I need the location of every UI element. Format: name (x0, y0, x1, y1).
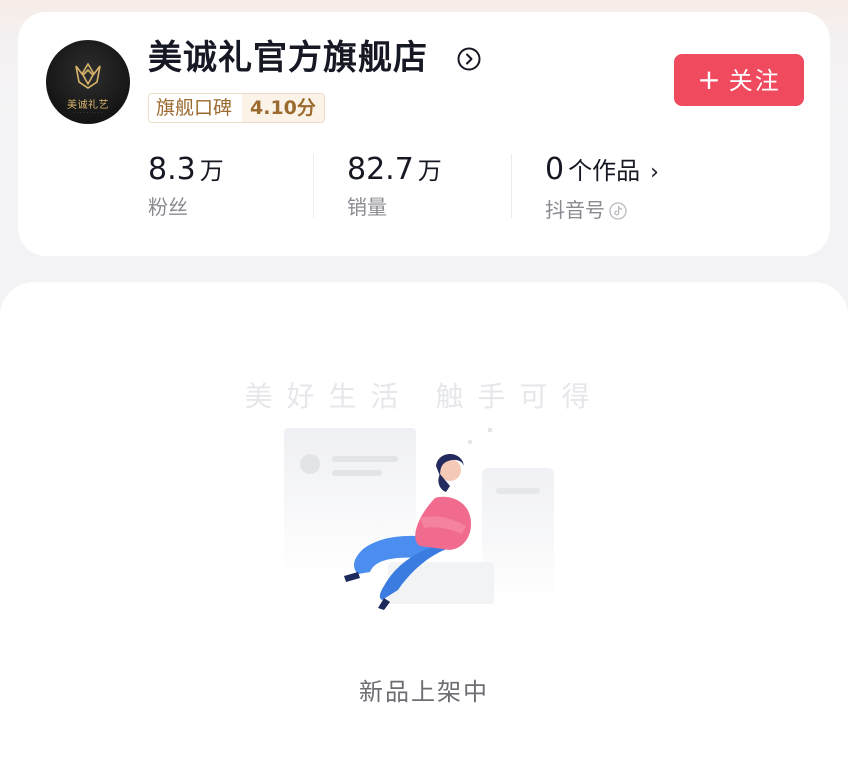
empty-state-message: 新品上架中 (359, 678, 489, 706)
stat-divider (511, 154, 512, 218)
douyin-icon (609, 202, 627, 220)
plus-icon: + (697, 63, 723, 96)
rating-badge[interactable]: 旗舰口碑 4.10分 (148, 93, 325, 123)
follow-button[interactable]: + 关注 (674, 54, 804, 106)
stat-divider (313, 154, 314, 218)
fans-value: 8.3 (148, 152, 196, 187)
chevron-right-circle-icon[interactable] (457, 47, 481, 71)
stat-sales[interactable]: 82.7 万 销量 (347, 150, 442, 222)
avatar-text: 美诚礼艺 (67, 100, 109, 111)
douyin-id-label: 抖音号 (545, 198, 605, 222)
fans-label: 粉丝 (148, 195, 188, 219)
fans-unit: 万 (199, 157, 224, 185)
chevron-right-icon: › (650, 160, 659, 185)
sales-value: 82.7 (347, 152, 414, 187)
store-header-card: 美诚礼艺 · · · · · · · · · 美诚礼官方旗舰店 旗舰口碑 4.1… (18, 12, 830, 256)
stat-fans[interactable]: 8.3 万 粉丝 (148, 150, 224, 222)
empty-state-slogan: 美好生活 触手可得 (244, 380, 604, 413)
products-content-card: 美好生活 触手可得 新品上架中 (0, 282, 848, 762)
rating-label: 旗舰口碑 (149, 94, 243, 122)
store-avatar[interactable]: 美诚礼艺 · · · · · · · · · (46, 40, 130, 124)
follow-label: 关注 (728, 67, 781, 95)
works-value: 0 (545, 152, 565, 187)
store-name[interactable]: 美诚礼官方旗舰店 (148, 36, 428, 80)
sales-label: 销量 (347, 195, 387, 219)
works-unit: 个作品 (568, 157, 641, 185)
avatar-subtext: · · · · · · · · · (72, 110, 104, 115)
empty-state-illustration (284, 427, 554, 610)
rating-score: 4.10分 (242, 94, 324, 122)
sales-unit: 万 (417, 157, 442, 185)
stat-works[interactable]: 0 个作品 › 抖音号 (545, 150, 659, 225)
